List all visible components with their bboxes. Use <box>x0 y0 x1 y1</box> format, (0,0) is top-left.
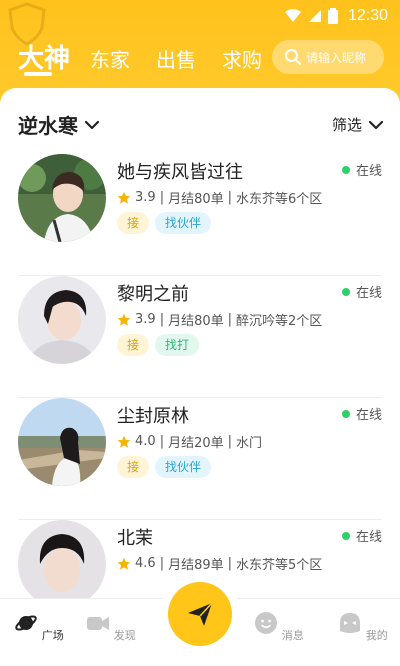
tag-list: 接 找伙伴 <box>117 212 212 234</box>
user-meta: 4.0 | 月结20单 | 水门 <box>117 432 262 451</box>
nav-label: 消息 <box>281 629 304 642</box>
service-area: 水东芥等6个区 <box>236 192 323 207</box>
meta-separator: | <box>159 312 165 327</box>
online-dot-icon <box>341 287 350 296</box>
chevron-down-icon <box>84 120 100 129</box>
nav-item-square[interactable]: 广场 <box>14 611 64 643</box>
meta-separator: | <box>227 556 233 571</box>
online-dot-icon <box>341 531 350 540</box>
user-name: 黎明之前 <box>117 284 189 305</box>
nav-item-profile[interactable]: 我的 <box>338 611 388 643</box>
user-name: 北茉 <box>117 528 153 549</box>
star-icon <box>117 435 131 448</box>
tag-list: 接 找打 <box>117 334 200 356</box>
avatar[interactable] <box>18 520 106 598</box>
online-label: 在线 <box>355 164 382 179</box>
online-label: 在线 <box>355 286 382 301</box>
service-area: 水门 <box>236 436 263 451</box>
content-card: 逆水寒 筛选 她与疾风皆过往 在线 3.9 | 月结80单 | 水东芥等6个区 … <box>0 88 400 598</box>
rating: 4.6 <box>135 556 156 571</box>
meta-separator: | <box>227 190 233 205</box>
battery-icon <box>327 8 338 24</box>
star-icon <box>117 313 131 326</box>
tab-dongjia[interactable]: 东家 <box>90 44 130 73</box>
nav-label: 广场 <box>41 629 64 642</box>
user-name: 尘封原林 <box>117 406 189 427</box>
rating: 3.9 <box>135 190 156 205</box>
message-icon <box>255 612 278 634</box>
search-placeholder: 请输入昵称 <box>306 50 367 65</box>
service-area: 水东芥等5个区 <box>236 558 323 573</box>
online-status: 在线 <box>341 282 382 301</box>
user-meta: 3.9 | 月结80单 | 醉沉吟等2个区 <box>117 310 322 329</box>
tab-dashen[interactable]: 大神 <box>18 38 70 75</box>
tag-badge: 接 <box>117 334 150 356</box>
status-time: 12:30 <box>347 7 388 24</box>
monthly-orders: 月结80单 <box>168 192 224 207</box>
monthly-orders: 月结89单 <box>168 558 224 573</box>
tag-badge: 接 <box>117 456 150 478</box>
tag-badge: 接 <box>117 212 150 234</box>
avatar[interactable] <box>18 276 106 364</box>
profile-icon <box>340 613 361 633</box>
online-dot-icon <box>341 165 350 174</box>
star-icon <box>117 191 131 204</box>
user-name: 她与疾风皆过往 <box>117 162 243 183</box>
signal-icon <box>308 10 321 22</box>
online-status: 在线 <box>341 404 382 423</box>
rating: 4.0 <box>135 434 156 449</box>
meta-separator: | <box>159 190 165 205</box>
meta-separator: | <box>159 434 165 449</box>
wifi-icon <box>284 9 301 22</box>
search-input[interactable]: 请输入昵称 <box>272 40 384 74</box>
filter-dropdown[interactable]: 筛选 <box>332 114 384 135</box>
tag-list: 接 找伙伴 <box>117 456 212 478</box>
online-dot-icon <box>341 409 350 418</box>
user-list-item[interactable]: 她与疾风皆过往 在线 3.9 | 月结80单 | 水东芥等6个区 接 找伙伴 <box>0 154 400 276</box>
avatar[interactable] <box>18 154 106 242</box>
meta-separator: | <box>227 434 233 449</box>
nav-label: 发现 <box>113 629 136 642</box>
online-label: 在线 <box>355 408 382 423</box>
status-bar: 12:30 <box>284 6 388 26</box>
tag-badge: 找伙伴 <box>155 456 212 478</box>
user-meta: 3.9 | 月结80单 | 水东芥等6个区 <box>117 188 322 207</box>
avatar[interactable] <box>18 398 106 486</box>
online-status: 在线 <box>341 160 382 179</box>
user-list: 她与疾风皆过往 在线 3.9 | 月结80单 | 水东芥等6个区 接 找伙伴 黎… <box>0 154 400 598</box>
nav-item-messages[interactable]: 消息 <box>254 611 304 643</box>
rating: 3.9 <box>135 312 156 327</box>
user-list-item[interactable]: 黎明之前 在线 3.9 | 月结80单 | 醉沉吟等2个区 接 找打 <box>0 276 400 398</box>
star-icon <box>117 557 131 570</box>
tag-badge: 找打 <box>155 334 200 356</box>
chevron-down-icon <box>368 120 384 129</box>
tab-qiugou[interactable]: 求购 <box>222 44 262 73</box>
user-meta: 4.6 | 月结89单 | 水东芥等5个区 <box>117 554 322 573</box>
meta-separator: | <box>227 312 233 327</box>
online-label: 在线 <box>355 530 382 545</box>
meta-separator: | <box>159 556 165 571</box>
online-status: 在线 <box>341 526 382 545</box>
tag-badge: 找伙伴 <box>155 212 212 234</box>
nav-label: 我的 <box>365 629 388 642</box>
monthly-orders: 月结20单 <box>168 436 224 451</box>
location-dropdown[interactable]: 逆水寒 <box>18 110 100 139</box>
monthly-orders: 月结80单 <box>168 314 224 329</box>
service-area: 醉沉吟等2个区 <box>236 314 323 329</box>
tab-chushou[interactable]: 出售 <box>156 44 196 73</box>
filter-bar: 逆水寒 筛选 <box>0 88 400 154</box>
search-icon <box>285 49 301 65</box>
planet-icon <box>15 615 37 631</box>
location-label: 逆水寒 <box>18 114 78 138</box>
nav-item-discover[interactable]: 发现 <box>86 611 136 643</box>
publish-button[interactable] <box>168 582 232 646</box>
active-tab-indicator <box>24 72 52 76</box>
camera-icon <box>87 617 110 630</box>
user-list-item[interactable]: 尘封原林 在线 4.0 | 月结20单 | 水门 接 找伙伴 <box>0 398 400 520</box>
send-icon <box>188 602 213 626</box>
filter-label: 筛选 <box>331 116 362 134</box>
